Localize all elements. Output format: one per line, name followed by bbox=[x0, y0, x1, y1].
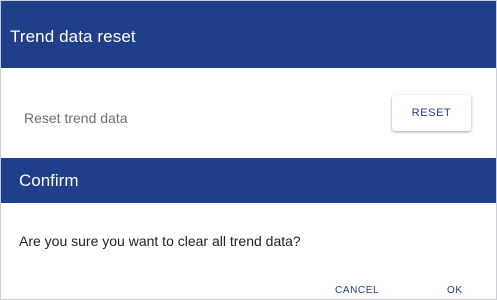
reset-trend-data-label: Reset trend data bbox=[24, 110, 128, 126]
trend-data-reset-header: Trend data reset bbox=[1, 1, 496, 68]
ok-button[interactable]: OK bbox=[447, 282, 463, 298]
dialog-title: Confirm bbox=[19, 171, 79, 190]
cancel-button[interactable]: CANCEL bbox=[335, 282, 379, 298]
app-window: Trend data reset Reset trend data RESET … bbox=[0, 0, 497, 300]
dialog-message: Are you sure you want to clear all trend… bbox=[19, 233, 301, 249]
panel-title: Trend data reset bbox=[10, 27, 136, 46]
confirm-dialog-body: Are you sure you want to clear all trend… bbox=[1, 203, 496, 299]
reset-button[interactable]: RESET bbox=[392, 95, 471, 131]
confirm-dialog-header: Confirm bbox=[1, 158, 496, 203]
trend-data-reset-panel: Reset trend data RESET bbox=[1, 68, 496, 158]
